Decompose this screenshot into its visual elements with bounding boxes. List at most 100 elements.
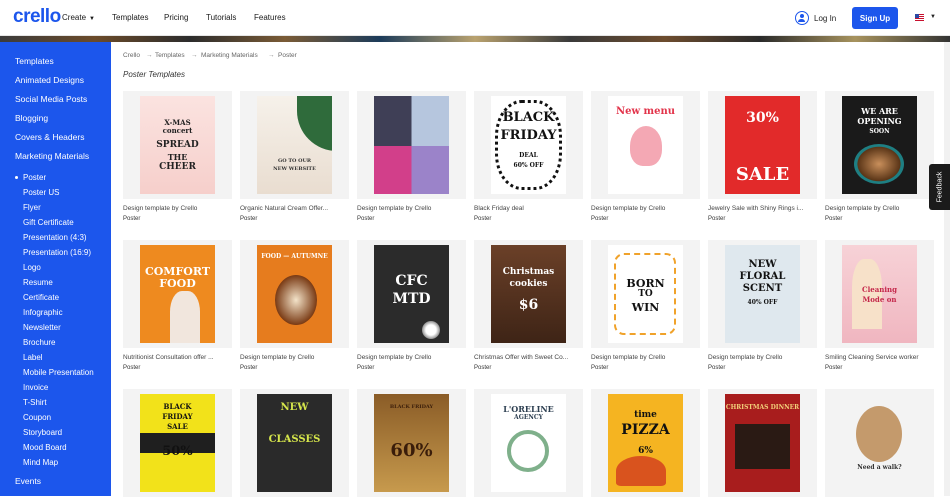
sidebar-subitem[interactable]: Presentation (16:9) [23,248,91,257]
login-button[interactable]: Log In [795,10,836,26]
template-thumbnail[interactable]: WE ARE OPENING SOON [825,91,934,199]
template-card[interactable]: L'ORELINE AGENCY [474,389,583,497]
nav-tutorials[interactable]: Tutorials [206,13,236,22]
sidebar-subitem[interactable]: Presentation (4:3) [23,233,87,242]
nav-templates[interactable]: Templates [112,13,148,22]
photo-collage [374,146,449,194]
template-title[interactable]: Design template by Crello [708,354,817,361]
template-title[interactable]: Nutritionist Consultation offer ... [123,354,232,361]
sidebar-subitem[interactable]: Mobile Presentation [23,368,94,377]
sidebar-subitem[interactable]: Storyboard [23,428,62,437]
feedback-button[interactable]: Feedback [929,164,950,210]
sidebar-subitem[interactable]: T-Shirt [23,398,47,407]
sidebar-subitem[interactable]: Invoice [23,383,48,392]
template-thumbnail[interactable] [357,91,466,199]
template-thumbnail[interactable]: CFC MTD [357,240,466,348]
template-title[interactable]: Black Friday deal [474,205,583,212]
template-title[interactable]: Design template by Crello [591,205,700,212]
sidebar-subitem[interactable]: Label [23,353,43,362]
template-card[interactable]: 30% SALE Jewelry Sale with Shiny Rings i..… [708,91,817,222]
template-thumbnail[interactable]: L'ORELINE AGENCY [474,389,583,497]
template-card[interactable]: BLACK FRIDAY SALE 50% [123,389,232,497]
sidebar-subitem[interactable]: Certificate [23,293,59,302]
breadcrumb-templates[interactable]: Templates [155,52,185,59]
breadcrumb-marketing-materials[interactable]: Marketing Materials [201,52,258,59]
template-card[interactable]: FOOD — AUTUMNE Design template by Crello P… [240,240,349,371]
template-card[interactable]: X-MAS concert SPREAD THE CHEER Design templat… [123,91,232,222]
nav-features[interactable]: Features [254,13,286,22]
template-title[interactable]: Christmas Offer with Sweet Co... [474,354,583,361]
us-flag-icon[interactable] [915,14,924,21]
template-card[interactable]: COMFORT FOOD Nutritionist Consultation off… [123,240,232,371]
sidebar-item-templates[interactable]: Templates [15,56,54,66]
template-thumbnail[interactable]: NEW FLORAL SCENT 40% OFF [708,240,817,348]
template-thumbnail[interactable]: BLACK FRIDAY SALE 50% [123,389,232,497]
template-card[interactable]: BLACK FRIDAY DEAL 60% OFF Black Friday deal P… [474,91,583,222]
template-thumbnail[interactable]: FOOD — AUTUMNE [240,240,349,348]
template-thumbnail[interactable]: Cleaning Mode on [825,240,934,348]
sidebar-subitem[interactable]: Newsletter [23,323,61,332]
template-title[interactable]: Design template by Crello [591,354,700,361]
template-card[interactable]: NEW CLASSES [240,389,349,497]
sidebar-subitem[interactable]: Mood Board [23,443,67,452]
template-card[interactable]: BLACK FRIDAY 60% [357,389,466,497]
sidebar-subitem[interactable]: Gift Certificate [23,218,74,227]
sidebar-subitem[interactable]: Infographic [23,308,63,317]
chevron-down-icon[interactable]: ▼ [930,14,936,20]
sidebar-subitem[interactable]: Brochure [23,338,55,347]
template-thumbnail[interactable]: COMFORT FOOD [123,240,232,348]
sidebar-item-animated-designs[interactable]: Animated Designs [15,75,84,85]
sidebar-subitem[interactable]: Poster US [23,188,59,197]
template-thumbnail[interactable]: New menu [591,91,700,199]
template-thumbnail[interactable]: 30% SALE [708,91,817,199]
sidebar-subitem[interactable]: Logo [23,263,41,272]
template-title[interactable]: Design template by Crello [123,205,232,212]
template-title[interactable]: Design template by Crello [357,354,466,361]
template-thumbnail[interactable]: Christmas cookies $6 [474,240,583,348]
template-title[interactable]: Jewelry Sale with Shiny Rings i... [708,205,817,212]
sidebar-item-covers-headers[interactable]: Covers & Headers [15,132,84,142]
template-card[interactable]: GO TO OUR NEW WEBSITE Organic Natural Crea… [240,91,349,222]
template-card[interactable]: time PIZZA 6% [591,389,700,497]
template-title[interactable]: Smiling Cleaning Service worker [825,354,934,361]
template-card[interactable]: WE ARE OPENING SOON Design template by Crel… [825,91,934,222]
sidebar-subitem[interactable]: Flyer [23,203,41,212]
template-card[interactable]: Christmas cookies $6 Christmas Offer with S… [474,240,583,371]
template-thumbnail[interactable]: Need a walk? [825,389,934,497]
template-thumbnail[interactable]: NEW CLASSES [240,389,349,497]
template-thumbnail[interactable]: GO TO OUR NEW WEBSITE [240,91,349,199]
template-card[interactable]: NEW FLORAL SCENT 40% OFF Design template by … [708,240,817,371]
nav-create[interactable]: Create ▼ [62,13,95,22]
breadcrumb-crello[interactable]: Crello [123,52,140,59]
nav-pricing[interactable]: Pricing [164,13,188,22]
sidebar-item-marketing-materials[interactable]: Marketing Materials [15,151,89,161]
template-card[interactable]: CHRISTMAS DINNER [708,389,817,497]
template-thumbnail[interactable]: BLACK FRIDAY 60% [357,389,466,497]
sidebar-item-blogging[interactable]: Blogging [15,113,48,123]
template-thumbnail[interactable]: BORN TO WIN [591,240,700,348]
template-thumbnail[interactable]: time PIZZA 6% [591,389,700,497]
template-card[interactable]: Design template by Crello Poster [357,91,466,222]
sidebar-subitem[interactable]: Resume [23,278,53,287]
template-card[interactable]: Cleaning Mode on Smiling Cleaning Service … [825,240,934,371]
template-thumbnail[interactable]: CHRISTMAS DINNER [708,389,817,497]
template-title[interactable]: Organic Natural Cream Offer... [240,205,349,212]
sidebar-subitem[interactable]: Coupon [23,413,51,422]
template-title[interactable]: Design template by Crello [240,354,349,361]
template-title[interactable]: Design template by Crello [825,205,934,212]
scrollbar[interactable] [944,42,950,496]
sidebar-item-events[interactable]: Events [15,476,41,486]
sidebar-item-social-media-posts[interactable]: Social Media Posts [15,94,87,104]
template-card[interactable]: CFC MTD Design template by Crello Poster [357,240,466,371]
template-card[interactable]: BORN TO WIN Design template by Crello Poster [591,240,700,371]
template-card[interactable]: New menu Design template by Crello Poster [591,91,700,222]
breadcrumb-separator: → [191,52,198,59]
signup-button[interactable]: Sign Up [852,7,898,29]
sidebar-subitem[interactable]: Poster [23,173,46,182]
template-thumbnail[interactable]: BLACK FRIDAY DEAL 60% OFF [474,91,583,199]
template-title[interactable]: Design template by Crello [357,205,466,212]
template-thumbnail[interactable]: X-MAS concert SPREAD THE CHEER [123,91,232,199]
crello-logo[interactable]: crello [13,6,61,28]
sidebar-subitem[interactable]: Mind Map [23,458,58,467]
template-card[interactable]: Need a walk? [825,389,934,497]
